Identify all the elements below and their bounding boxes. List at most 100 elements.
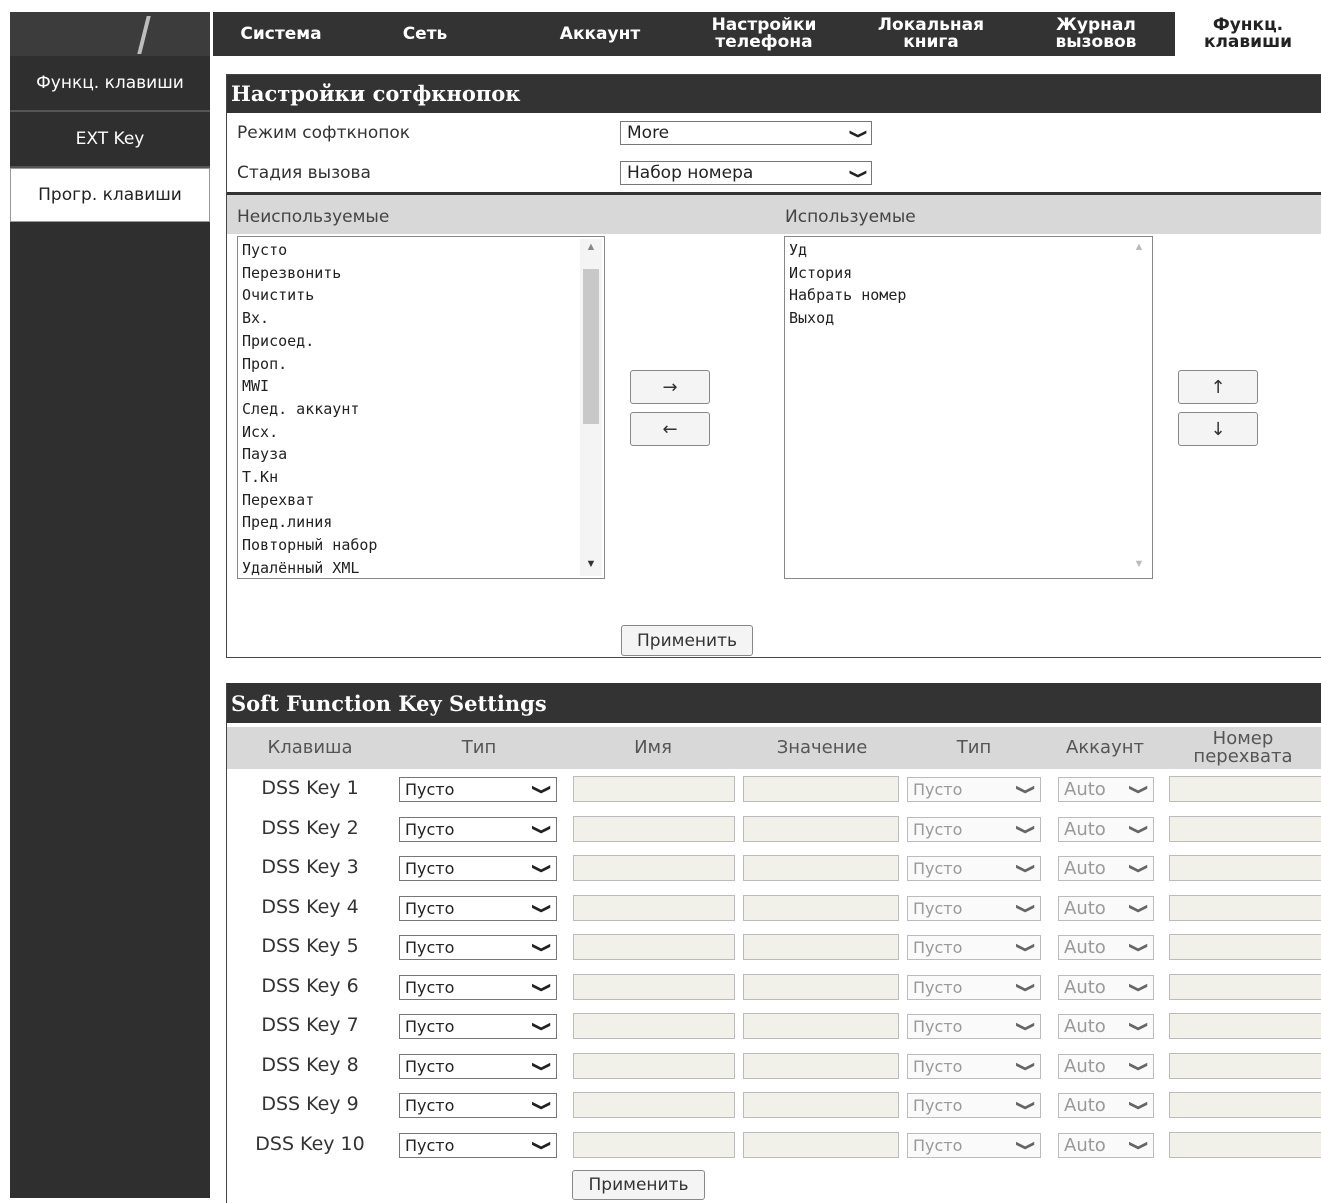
dss-type2-select[interactable]: Пусто ❯: [907, 1014, 1041, 1039]
dss-account-select[interactable]: Auto ❯: [1058, 1133, 1154, 1158]
dss-pickup-input[interactable]: [1169, 1132, 1321, 1158]
scroll-up-icon[interactable]: ▲: [580, 241, 602, 259]
dss-type2-select[interactable]: Пусто ❯: [907, 935, 1041, 960]
dss-type-select[interactable]: Пусто ❯: [399, 856, 557, 881]
dss-type-select[interactable]: Пусто ❯: [399, 1133, 557, 1158]
dss-type-select[interactable]: Пусто ❯: [399, 1054, 557, 1079]
dss-type-select[interactable]: Пусто ❯: [399, 1014, 557, 1039]
tab-network[interactable]: Сеть: [369, 12, 481, 56]
used-list-item[interactable]: История: [789, 262, 906, 285]
softkey-apply-button[interactable]: Применить: [621, 625, 753, 656]
move-up-button[interactable]: ↑: [1178, 370, 1258, 404]
dss-account-select[interactable]: Auto ❯: [1058, 975, 1154, 1000]
dss-account-select[interactable]: Auto ❯: [1058, 856, 1154, 881]
dss-name-input[interactable]: [573, 776, 735, 802]
scroll-up-icon[interactable]: ▲: [1128, 241, 1150, 259]
dss-type-select[interactable]: Пусто ❯: [399, 896, 557, 921]
dss-value-input[interactable]: [743, 974, 899, 1000]
dss-value-input[interactable]: [743, 934, 899, 960]
unused-list-item[interactable]: Перехват: [242, 489, 377, 512]
unused-list-item[interactable]: Вх.: [242, 307, 377, 330]
dss-type-select[interactable]: Пусто ❯: [399, 1093, 557, 1118]
dss-pickup-input[interactable]: [1169, 974, 1321, 1000]
dss-type2-select[interactable]: Пусто ❯: [907, 1133, 1041, 1158]
unused-list-item[interactable]: Присоед.: [242, 330, 377, 353]
scroll-down-icon[interactable]: ▼: [580, 558, 602, 576]
dss-value-input[interactable]: [743, 776, 899, 802]
dss-pickup-input[interactable]: [1169, 895, 1321, 921]
dss-type2-select[interactable]: Пусто ❯: [907, 1093, 1041, 1118]
dss-type2-select[interactable]: Пусто ❯: [907, 896, 1041, 921]
softkey-mode-select[interactable]: More ❯: [620, 121, 872, 145]
unused-list-item[interactable]: Исх.: [242, 421, 377, 444]
dss-name-input[interactable]: [573, 1053, 735, 1079]
tab-call-log[interactable]: Журнал вызовов: [1031, 12, 1161, 56]
dss-type2-select[interactable]: Пусто ❯: [907, 856, 1041, 881]
dss-pickup-input[interactable]: [1169, 816, 1321, 842]
dss-name-input[interactable]: [573, 895, 735, 921]
dss-value-input[interactable]: [743, 895, 899, 921]
used-list-item[interactable]: Набрать номер: [789, 284, 906, 307]
unused-list-scrollbar[interactable]: ▲ ▼: [580, 239, 602, 576]
unused-list-item[interactable]: Пред.линия: [242, 511, 377, 534]
dss-value-input[interactable]: [743, 1132, 899, 1158]
used-list-item[interactable]: Уд: [789, 239, 906, 262]
unused-list-item[interactable]: Удалённый XML: [242, 557, 377, 578]
dss-type2-select[interactable]: Пусто ❯: [907, 777, 1041, 802]
dss-pickup-input[interactable]: [1169, 855, 1321, 881]
unused-list-item[interactable]: Перезвонить: [242, 262, 377, 285]
dss-type2-select[interactable]: Пусто ❯: [907, 975, 1041, 1000]
dss-pickup-input[interactable]: [1169, 1013, 1321, 1039]
dss-pickup-input[interactable]: [1169, 1053, 1321, 1079]
dss-type-select[interactable]: Пусто ❯: [399, 817, 557, 842]
move-right-button[interactable]: →: [630, 370, 710, 404]
dss-pickup-input[interactable]: [1169, 934, 1321, 960]
unused-list-item[interactable]: Проп.: [242, 353, 377, 376]
unused-list-item[interactable]: След. аккаунт: [242, 398, 377, 421]
sidebar-item-ext-key[interactable]: EXT Key: [10, 112, 210, 168]
move-down-button[interactable]: ↓: [1178, 412, 1258, 446]
used-list-item[interactable]: Выход: [789, 307, 906, 330]
dss-type-select[interactable]: Пусто ❯: [399, 935, 557, 960]
call-stage-select[interactable]: Набор номера ❯: [620, 161, 872, 185]
dss-type2-select[interactable]: Пусто ❯: [907, 1054, 1041, 1079]
unused-list-item[interactable]: Повторный набор: [242, 534, 377, 557]
dss-type2-select[interactable]: Пусто ❯: [907, 817, 1041, 842]
used-list-scrollbar[interactable]: ▲ ▼: [1128, 239, 1150, 576]
unused-list-item[interactable]: Пауза: [242, 443, 377, 466]
dss-name-input[interactable]: [573, 855, 735, 881]
unused-softkeys-list[interactable]: Пусто Перезвонить Очистить Вх. Присоед. Проп.…: [237, 236, 605, 579]
dss-value-input[interactable]: [743, 1053, 899, 1079]
dss-value-input[interactable]: [743, 1013, 899, 1039]
sidebar-item-function-keys[interactable]: Функц. клавиши: [10, 56, 210, 112]
tab-local-book[interactable]: Локальная книга: [861, 12, 1001, 56]
dss-account-select[interactable]: Auto ❯: [1058, 1014, 1154, 1039]
dss-account-select[interactable]: Auto ❯: [1058, 1054, 1154, 1079]
dss-account-select[interactable]: Auto ❯: [1058, 896, 1154, 921]
dss-name-input[interactable]: [573, 1132, 735, 1158]
tab-phone-settings[interactable]: Настройки телефона: [689, 12, 839, 56]
scrollbar-thumb[interactable]: [583, 269, 599, 424]
sidebar-item-programmable-keys[interactable]: Прогр. клавиши: [10, 168, 210, 222]
dss-name-input[interactable]: [573, 816, 735, 842]
scroll-down-icon[interactable]: ▼: [1128, 558, 1150, 576]
dss-name-input[interactable]: [573, 974, 735, 1000]
sfk-apply-button[interactable]: Применить: [572, 1170, 705, 1200]
unused-list-item[interactable]: MWI: [242, 375, 377, 398]
used-softkeys-list[interactable]: Уд История Набрать номер Выход ▲ ▼: [784, 236, 1153, 579]
dss-type-select[interactable]: Пусто ❯: [399, 975, 557, 1000]
dss-value-input[interactable]: [743, 855, 899, 881]
dss-pickup-input[interactable]: [1169, 1092, 1321, 1118]
tab-function-keys[interactable]: Функц. клавиши: [1175, 12, 1321, 56]
dss-account-select[interactable]: Auto ❯: [1058, 777, 1154, 802]
unused-list-item[interactable]: Очистить: [242, 284, 377, 307]
unused-list-item[interactable]: Пусто: [242, 239, 377, 262]
tab-system[interactable]: Система: [213, 12, 349, 56]
dss-name-input[interactable]: [573, 1092, 735, 1118]
dss-account-select[interactable]: Auto ❯: [1058, 935, 1154, 960]
dss-account-select[interactable]: Auto ❯: [1058, 1093, 1154, 1118]
move-left-button[interactable]: ←: [630, 412, 710, 446]
dss-type-select[interactable]: Пусто ❯: [399, 777, 557, 802]
dss-name-input[interactable]: [573, 934, 735, 960]
dss-value-input[interactable]: [743, 816, 899, 842]
